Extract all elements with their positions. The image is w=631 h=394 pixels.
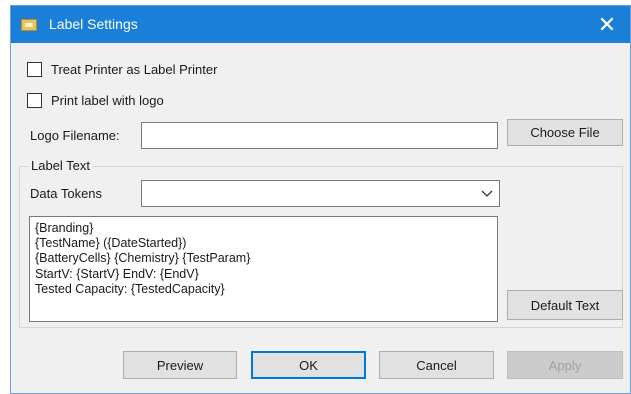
preview-button[interactable]: Preview [123, 351, 237, 379]
default-text-button[interactable]: Default Text [507, 290, 623, 320]
template-line: Tested Capacity: {TestedCapacity} [35, 281, 225, 296]
ok-button[interactable]: OK [251, 351, 366, 379]
data-tokens-dropdown[interactable] [141, 180, 500, 207]
template-line: {BatteryCells} {Chemistry} {TestParam} [35, 251, 251, 266]
template-line: StartV: {StartV} EndV: {EndV} [35, 266, 199, 281]
close-icon[interactable]: ✕ [584, 6, 630, 43]
print-logo-checkbox[interactable] [27, 93, 42, 108]
apply-button: Apply [507, 351, 623, 379]
treat-printer-label: Treat Printer as Label Printer [51, 62, 218, 77]
label-settings-window: Label Settings ✕ Treat Printer as Label … [10, 5, 631, 394]
choose-file-button[interactable]: Choose File [507, 119, 623, 146]
label-text-group-title: Label Text [29, 158, 93, 173]
print-logo-label: Print label with logo [51, 93, 164, 108]
template-line: {TestName} ({DateStarted}) [35, 236, 187, 251]
print-logo-option[interactable]: Print label with logo [27, 93, 164, 108]
cancel-button[interactable]: Cancel [379, 351, 494, 379]
label-settings-icon [21, 19, 37, 31]
label-template-textarea[interactable]: {Branding} {TestName} ({DateStarted}) {Bat… [29, 216, 498, 322]
window-title: Label Settings [49, 16, 138, 32]
data-tokens-label: Data Tokens [30, 186, 103, 201]
logo-filename-input[interactable] [141, 122, 498, 149]
treat-printer-checkbox[interactable] [27, 62, 42, 77]
title-bar[interactable]: Label Settings ✕ [11, 6, 630, 43]
treat-printer-option[interactable]: Treat Printer as Label Printer [27, 62, 217, 77]
logo-filename-label: Logo Filename: [30, 128, 120, 143]
template-line: {Branding} [35, 221, 94, 235]
chevron-down-icon[interactable] [481, 184, 493, 205]
